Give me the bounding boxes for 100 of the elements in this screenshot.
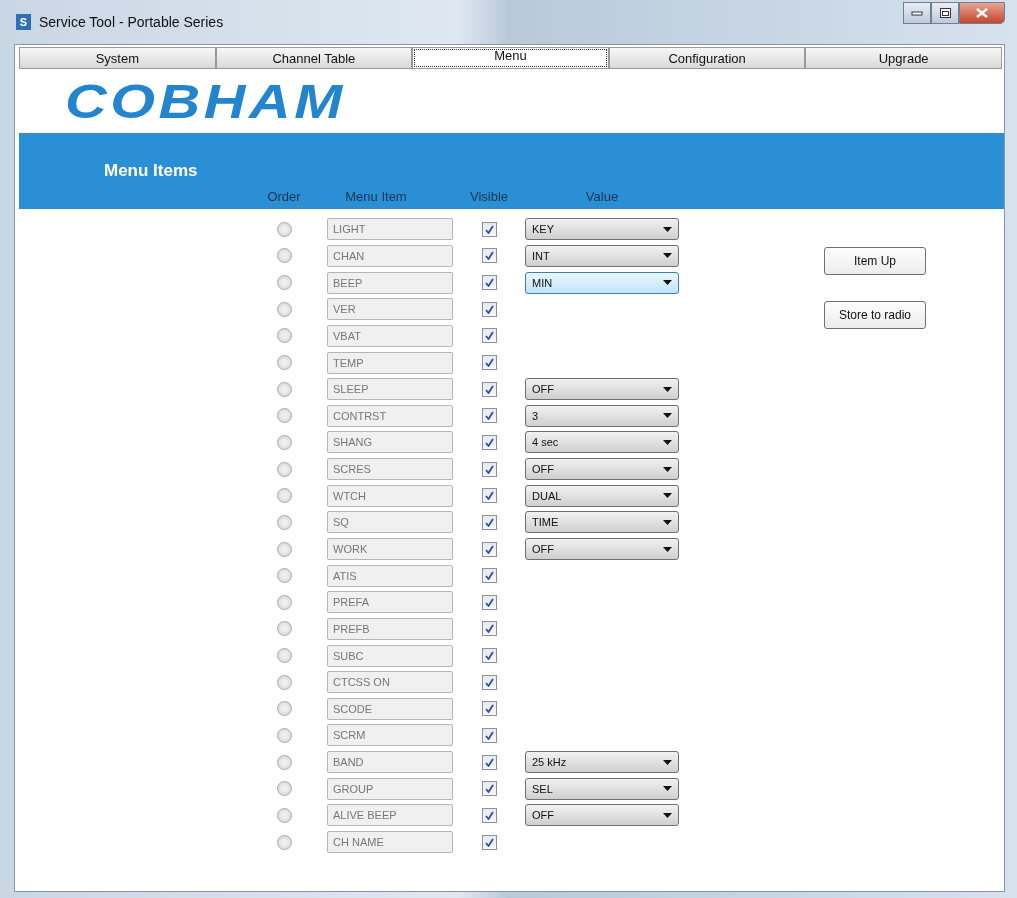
logo: COBHAM — [65, 73, 346, 129]
value-dropdown[interactable]: OFF — [525, 458, 679, 481]
value-dropdown[interactable]: SEL — [525, 777, 679, 800]
close-button[interactable] — [959, 2, 1005, 24]
value-dropdown[interactable]: TIME — [525, 511, 679, 534]
value-dropdown[interactable]: DUAL — [525, 484, 679, 507]
app-icon: S — [16, 14, 31, 30]
order-radio[interactable] — [276, 807, 292, 823]
visible-checkbox[interactable] — [481, 648, 497, 664]
order-radio[interactable] — [276, 568, 292, 584]
visible-checkbox[interactable] — [481, 807, 497, 823]
visible-checkbox[interactable] — [481, 594, 497, 610]
order-radio[interactable] — [276, 248, 292, 264]
order-radio[interactable] — [276, 328, 292, 344]
order-radio[interactable] — [276, 514, 292, 530]
order-radio[interactable] — [276, 674, 292, 690]
order-radio[interactable] — [276, 834, 292, 850]
menu-item-field[interactable]: WORK — [327, 538, 453, 560]
order-radio[interactable] — [276, 408, 292, 424]
menu-item-field[interactable]: PREFB — [327, 617, 453, 640]
tab[interactable]: Configuration — [608, 47, 806, 69]
menu-item-field[interactable]: PREFA — [327, 591, 453, 614]
visible-checkbox[interactable] — [481, 621, 497, 637]
order-radio[interactable] — [276, 701, 292, 717]
menu-item-field[interactable]: CONTRST — [327, 404, 453, 427]
visible-checkbox[interactable] — [481, 541, 497, 557]
menu-item-field[interactable]: SLEEP — [327, 378, 453, 401]
visible-checkbox[interactable] — [481, 674, 497, 690]
action-button[interactable]: Item Up — [824, 247, 926, 275]
order-radio[interactable] — [276, 381, 292, 397]
menu-item-field[interactable]: TEMP — [327, 351, 453, 374]
visible-checkbox[interactable] — [481, 408, 497, 424]
tab[interactable]: Upgrade — [805, 47, 1002, 69]
menu-item-field[interactable]: SCODE — [327, 697, 453, 720]
order-radio[interactable] — [276, 541, 292, 557]
menu-item-field[interactable]: SHANG — [327, 431, 453, 454]
visible-checkbox[interactable] — [481, 434, 497, 450]
menu-item-field[interactable]: GROUP — [327, 777, 453, 800]
tab[interactable]: Menu — [412, 47, 609, 69]
menu-item-field[interactable]: VBAT — [327, 324, 453, 347]
order-radio[interactable] — [276, 594, 292, 610]
order-radio[interactable] — [276, 621, 292, 637]
tab[interactable]: Channel Table — [215, 47, 413, 69]
order-radio[interactable] — [276, 275, 292, 291]
visible-checkbox[interactable] — [481, 275, 497, 291]
action-button[interactable]: Store to radio — [824, 301, 926, 329]
menu-item-field[interactable]: LIGHT — [327, 218, 453, 241]
menu-item-field[interactable]: ALIVE BEEP — [327, 804, 453, 827]
visible-checkbox[interactable] — [481, 728, 497, 743]
order-radio[interactable] — [276, 728, 292, 743]
menu-item-field[interactable]: SQ — [327, 511, 453, 534]
visible-checkbox[interactable] — [481, 514, 497, 530]
menu-item-field[interactable]: BEEP — [327, 271, 453, 294]
order-radio[interactable] — [276, 461, 292, 477]
value-dropdown[interactable]: OFF — [525, 378, 679, 401]
order-radio[interactable] — [276, 754, 292, 770]
menu-item-field[interactable]: BAND — [327, 751, 453, 774]
order-radio[interactable] — [276, 221, 292, 237]
menu-item-field[interactable]: SCRES — [327, 458, 453, 481]
menu-item-field[interactable]: SCRM — [327, 724, 453, 747]
order-radio[interactable] — [276, 355, 292, 370]
tab[interactable]: System — [19, 47, 216, 69]
menu-item-field[interactable]: SUBC — [327, 644, 453, 667]
visible-checkbox[interactable] — [481, 568, 497, 584]
visible-checkbox[interactable] — [481, 301, 497, 317]
menu-item-field[interactable]: VER — [327, 298, 453, 321]
order-radio[interactable] — [276, 781, 292, 797]
value-dropdown[interactable]: MIN — [525, 271, 679, 294]
visible-checkbox[interactable] — [481, 461, 497, 477]
visible-checkbox[interactable] — [481, 701, 497, 717]
visible-checkbox[interactable] — [481, 355, 497, 370]
maximize-button[interactable] — [931, 2, 959, 24]
value-dropdown[interactable]: INT — [525, 244, 679, 267]
caret-icon — [663, 439, 672, 445]
menu-item-field[interactable]: CHAN — [327, 244, 453, 267]
caret-icon — [663, 466, 672, 472]
visible-checkbox[interactable] — [481, 328, 497, 344]
value-dropdown[interactable]: OFF — [525, 538, 679, 560]
order-radio[interactable] — [276, 488, 292, 504]
visible-checkbox[interactable] — [481, 381, 497, 397]
value-dropdown[interactable]: KEY — [525, 218, 679, 241]
visible-checkbox[interactable] — [481, 221, 497, 237]
order-radio[interactable] — [276, 434, 292, 450]
menu-item-field[interactable]: ATIS — [327, 564, 453, 587]
order-radio[interactable] — [276, 648, 292, 664]
value-dropdown[interactable]: 4 sec — [525, 431, 679, 454]
menu-item-field[interactable]: WTCH — [327, 484, 453, 507]
visible-checkbox[interactable] — [481, 248, 497, 264]
value-dropdown[interactable]: OFF — [525, 804, 679, 827]
visible-checkbox[interactable] — [481, 781, 497, 797]
caret-icon — [663, 280, 672, 286]
maximize-icon — [939, 8, 951, 18]
value-dropdown[interactable]: 25 kHz — [525, 751, 679, 774]
visible-checkbox[interactable] — [481, 834, 497, 850]
visible-checkbox[interactable] — [481, 488, 497, 504]
menu-item-field[interactable]: CTCSS ON — [327, 671, 453, 694]
value-dropdown[interactable]: 3 — [525, 404, 679, 427]
visible-checkbox[interactable] — [481, 754, 497, 770]
order-radio[interactable] — [276, 301, 292, 317]
menu-item-field[interactable]: CH NAME — [327, 831, 453, 854]
